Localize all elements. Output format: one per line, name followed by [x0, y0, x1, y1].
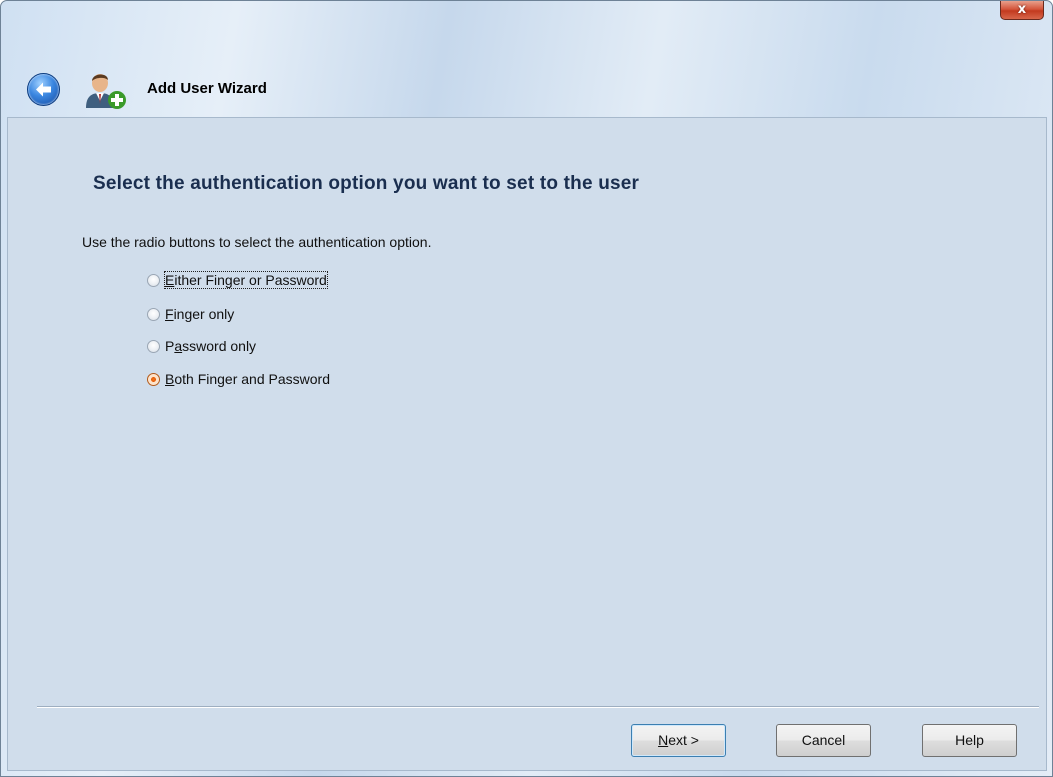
help-button[interactable]: Help [922, 724, 1017, 757]
radio-password-only[interactable]: Password only [147, 336, 256, 356]
wizard-content-panel: Select the authentication option you wan… [7, 117, 1047, 771]
close-icon: x [1017, 2, 1027, 17]
cancel-button[interactable]: Cancel [776, 724, 871, 757]
back-button[interactable] [27, 73, 60, 106]
page-instruction: Use the radio buttons to select the auth… [82, 234, 432, 250]
radio-button[interactable] [147, 339, 160, 353]
back-arrow-icon [36, 82, 51, 97]
radio-label: Finger only [165, 306, 235, 322]
radio-label: Password only [165, 338, 257, 354]
radio-finger-only[interactable]: Finger only [147, 304, 234, 324]
radio-button[interactable] [147, 273, 160, 287]
radio-both-finger-and-password[interactable]: Both Finger and Password [147, 369, 330, 389]
button-bar-divider [37, 706, 1039, 708]
radio-either-finger-or-password[interactable]: Either Finger or Password [147, 270, 328, 290]
radio-label: Either Finger or Password [164, 271, 328, 289]
radio-label: Both Finger and Password [165, 371, 330, 387]
radio-button-selected[interactable] [147, 372, 160, 386]
next-button[interactable]: Next > [631, 724, 726, 757]
wizard-window: x Add User Wizard Select the authenticat… [0, 0, 1053, 777]
page-heading: Select the authentication option you wan… [93, 173, 640, 194]
add-user-icon [81, 68, 129, 110]
radio-button[interactable] [147, 307, 160, 321]
wizard-title: Add User Wizard [147, 80, 267, 97]
close-button[interactable]: x [1000, 1, 1044, 20]
